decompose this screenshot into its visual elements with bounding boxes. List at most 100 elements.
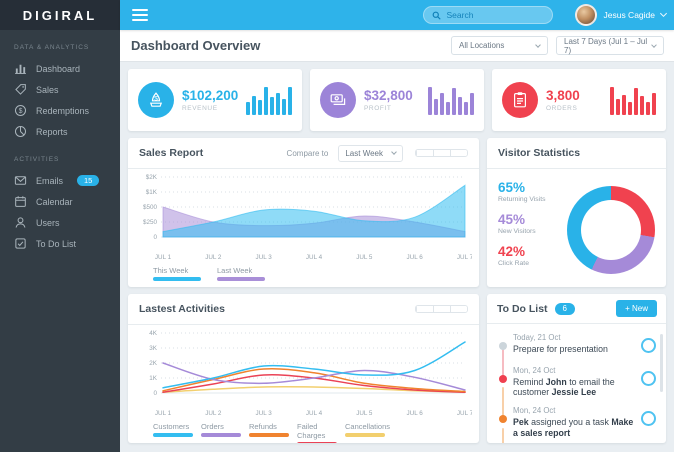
legend-item: Failed Charges bbox=[297, 422, 339, 443]
location-filter-dropdown[interactable]: All Locations bbox=[451, 36, 548, 55]
compare-dropdown[interactable]: Last Week bbox=[338, 144, 403, 162]
envelope-icon bbox=[14, 174, 27, 187]
avatar[interactable] bbox=[575, 4, 598, 26]
sidebar-item-label: Calendar bbox=[36, 196, 73, 207]
chevron-down-icon bbox=[651, 41, 657, 48]
range-tab[interactable] bbox=[433, 150, 450, 156]
search-box[interactable] bbox=[423, 6, 554, 24]
main-area: Dashboard Overview All Locations Last 7 … bbox=[120, 30, 674, 452]
stat-card: $ $102,200 REVENUE bbox=[128, 69, 302, 131]
todo-item: Mon, 24 Oct Pek assigned you a task Make… bbox=[494, 387, 660, 442]
sidebar-item[interactable]: Reports bbox=[0, 121, 120, 142]
range-tabs bbox=[415, 149, 468, 157]
visitor-metric: 65% Returning Visits bbox=[498, 180, 545, 203]
visitor-metric: 42% Click Rate bbox=[498, 244, 545, 267]
range-tab[interactable] bbox=[450, 150, 467, 156]
sidebar-nav-activities: Emails 15 Calendar Users To Do List bbox=[0, 170, 120, 254]
pie-chart-icon bbox=[14, 125, 27, 138]
menu-icon[interactable] bbox=[132, 9, 148, 21]
svg-text:0: 0 bbox=[153, 390, 157, 397]
metric-label: Returning Visits bbox=[498, 196, 546, 203]
range-tab[interactable] bbox=[450, 306, 467, 312]
stat-label: PROFIT bbox=[364, 105, 392, 112]
calendar-icon bbox=[14, 195, 27, 208]
chevron-down-icon bbox=[659, 9, 668, 18]
page-title: Dashboard Overview bbox=[131, 38, 261, 53]
clipboard-icon bbox=[502, 82, 538, 118]
todo-text: Pek assigned you a task Make a sales rep… bbox=[513, 416, 634, 438]
search-icon bbox=[433, 11, 442, 20]
todo-item: Today, 21 Oct Prepare for presentation bbox=[494, 329, 660, 362]
stat-row: $ $102,200 REVENUE $32,800 PROFIT 3,800 … bbox=[128, 69, 666, 131]
legend-item: Customers bbox=[153, 422, 195, 443]
svg-text:0: 0 bbox=[153, 234, 157, 241]
checklist-icon bbox=[14, 237, 27, 250]
metric-value: 65% bbox=[498, 180, 526, 195]
sidebar-item[interactable]: $ Redemptions bbox=[0, 100, 120, 121]
timeline-connector bbox=[502, 347, 504, 377]
card-title: Sales Report bbox=[139, 147, 204, 159]
svg-text:$1K: $1K bbox=[146, 189, 158, 196]
metric-label: Click Rate bbox=[498, 260, 529, 267]
todo-checkbox[interactable] bbox=[641, 371, 656, 386]
stat-value: $102,200 bbox=[182, 88, 239, 103]
stat-sparkline bbox=[608, 85, 656, 115]
sidebar-item-label: Redemptions bbox=[36, 105, 90, 116]
todo-text: Remind John to email the customer Jessie… bbox=[513, 376, 615, 398]
svg-text:JUL 2: JUL 2 bbox=[205, 410, 222, 417]
dashboard-content: $ $102,200 REVENUE $32,800 PROFIT 3,800 … bbox=[120, 62, 674, 443]
svg-text:JUL 3: JUL 3 bbox=[256, 410, 273, 417]
scrollbar[interactable] bbox=[660, 334, 663, 392]
timeline-dot bbox=[499, 415, 507, 424]
stat-card: 3,800 ORDERS bbox=[492, 69, 666, 131]
svg-text:4K: 4K bbox=[149, 330, 158, 337]
visitor-metric: 45% New Visitors bbox=[498, 212, 545, 235]
sidebar-item[interactable]: To Do List bbox=[0, 233, 120, 254]
tag-icon bbox=[14, 83, 27, 96]
sidebar-item[interactable]: Dashboard bbox=[0, 58, 120, 79]
page-header: Dashboard Overview All Locations Last 7 … bbox=[120, 30, 674, 62]
card-title: Lastest Activities bbox=[139, 303, 225, 315]
range-tab[interactable] bbox=[433, 306, 450, 312]
todo-text: Prepare for presentation bbox=[513, 343, 608, 354]
stat-sparkline bbox=[244, 85, 292, 115]
app-logo: DIGIRAL bbox=[0, 0, 120, 30]
svg-text:$500: $500 bbox=[143, 204, 158, 211]
todo-date: Mon, 24 Oct bbox=[513, 406, 556, 416]
card-title: Visitor Statistics bbox=[498, 147, 581, 159]
timeline-dot bbox=[499, 342, 507, 350]
sidebar-item[interactable]: Emails 15 bbox=[0, 170, 120, 191]
sidebar-item-label: Dashboard bbox=[36, 63, 81, 74]
sidebar-item[interactable]: Users bbox=[0, 212, 120, 233]
date-filter-dropdown[interactable]: Last 7 Days (Jul 1 – Jul 7) bbox=[556, 36, 664, 55]
todo-date: Today, 21 Oct bbox=[513, 333, 561, 342]
sidebar-item[interactable]: Sales bbox=[0, 79, 120, 100]
sidebar-item[interactable]: Calendar bbox=[0, 191, 120, 212]
activities-legend: Customers Orders Refunds Failed Charges bbox=[128, 422, 479, 443]
legend-item: Cancellations bbox=[345, 422, 390, 443]
todo-date: Mon, 24 Oct bbox=[513, 366, 556, 375]
todo-checkbox[interactable] bbox=[641, 338, 656, 353]
new-todo-button[interactable]: + New bbox=[616, 300, 657, 317]
chevron-down-icon bbox=[391, 149, 397, 155]
todo-item: Mon, 24 Oct Remind John to email the cus… bbox=[494, 347, 660, 402]
latest-activities-card: Lastest Activities 4K 3K 2K 1K 0 JUL 1 JUL 2 JU… bbox=[128, 294, 479, 443]
stat-sparkline bbox=[426, 85, 474, 115]
visitor-donut-chart bbox=[567, 186, 655, 274]
svg-text:$: $ bbox=[154, 96, 158, 103]
sales-legend: This Week Last Week bbox=[128, 266, 479, 281]
sidebar-nav-analytics: Dashboard Sales $ Redemptions Reports bbox=[0, 58, 120, 142]
svg-text:JUL 1: JUL 1 bbox=[155, 254, 172, 261]
range-tab[interactable] bbox=[416, 306, 433, 312]
range-tab[interactable] bbox=[416, 150, 433, 156]
svg-text:JUL 1: JUL 1 bbox=[155, 410, 172, 417]
todo-checkbox[interactable] bbox=[641, 411, 656, 427]
top-bar: DIGIRAL Jesus Cagide bbox=[0, 0, 674, 30]
user-menu[interactable]: Jesus Cagide bbox=[575, 4, 668, 26]
stat-label: REVENUE bbox=[182, 105, 218, 112]
badge: 15 bbox=[77, 175, 100, 186]
search-input[interactable] bbox=[446, 10, 545, 20]
metric-label: New Visitors bbox=[498, 228, 536, 235]
sidebar-item-label: Reports bbox=[36, 126, 68, 137]
cash-icon bbox=[320, 82, 356, 118]
